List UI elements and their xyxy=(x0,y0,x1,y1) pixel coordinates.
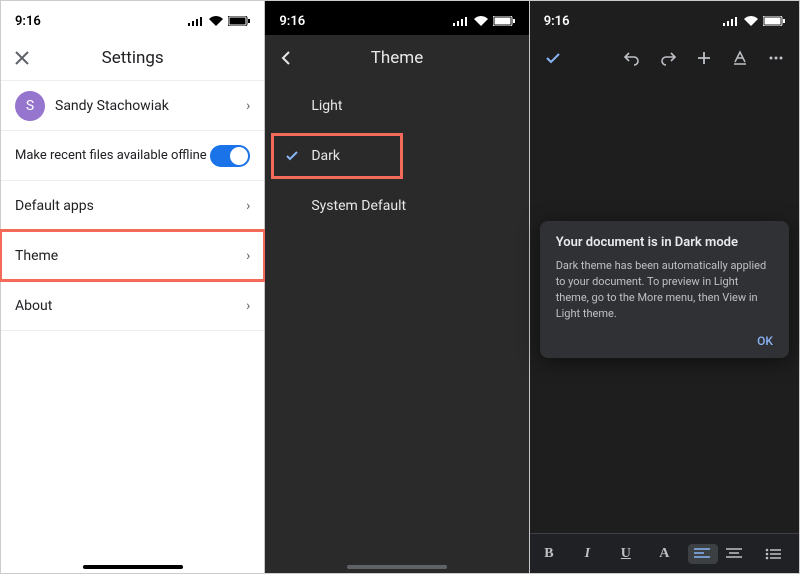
account-name: Sandy Stachowiak xyxy=(55,98,169,114)
popup-body: Dark theme has been automatically applie… xyxy=(556,258,773,322)
settings-header: Settings xyxy=(1,35,264,81)
popup-ok-button[interactable]: OK xyxy=(556,334,773,348)
signal-icon xyxy=(723,16,739,26)
list-icon xyxy=(765,548,781,560)
close-icon xyxy=(13,49,31,67)
signal-icon xyxy=(453,16,469,26)
theme-option-system[interactable]: System Default xyxy=(265,181,528,231)
redo-icon xyxy=(659,49,677,67)
home-indicator xyxy=(347,565,447,569)
screen-settings: 9:16 Settings S Sandy Stachowiak › Make … xyxy=(1,1,265,573)
align-left-icon xyxy=(694,548,710,560)
align-left-button[interactable] xyxy=(688,544,718,564)
screen-document: 9:16 xyxy=(530,1,799,573)
underline-button[interactable]: U xyxy=(611,546,641,562)
add-button[interactable] xyxy=(695,49,713,67)
check-icon xyxy=(544,49,562,67)
undo-icon xyxy=(623,49,641,67)
avatar: S xyxy=(15,91,45,121)
text-format-button[interactable] xyxy=(731,49,749,67)
theme-title: Theme xyxy=(371,48,423,68)
status-time: 9:16 xyxy=(15,14,41,29)
plus-icon xyxy=(695,49,713,67)
chevron-left-icon xyxy=(277,49,295,67)
wifi-icon xyxy=(474,16,488,26)
home-indicator xyxy=(83,565,183,569)
theme-option-light[interactable]: Light xyxy=(265,81,528,131)
close-button[interactable] xyxy=(13,49,31,67)
chevron-right-icon: › xyxy=(246,248,250,264)
more-button[interactable] xyxy=(767,49,785,67)
status-right xyxy=(188,16,250,26)
about-row[interactable]: About › xyxy=(1,281,264,331)
theme-option-label: System Default xyxy=(305,198,406,214)
theme-option-label: Dark xyxy=(305,148,340,164)
chevron-right-icon: › xyxy=(246,198,250,214)
wifi-icon xyxy=(744,16,758,26)
list-button[interactable] xyxy=(765,548,795,560)
check-icon xyxy=(279,148,305,164)
default-apps-row[interactable]: Default apps › xyxy=(1,181,264,231)
about-label: About xyxy=(15,298,52,314)
more-icon xyxy=(767,49,785,67)
theme-option-dark[interactable]: Dark xyxy=(265,131,528,181)
chevron-right-icon: › xyxy=(246,98,250,114)
screen-theme: 9:16 Theme Light Dark Sy xyxy=(265,1,529,573)
settings-title: Settings xyxy=(102,48,164,68)
undo-button[interactable] xyxy=(623,49,641,67)
offline-toggle-row[interactable]: Make recent files available offline xyxy=(1,131,264,181)
wifi-icon xyxy=(209,16,223,26)
editor-toolbar xyxy=(530,35,799,81)
offline-label: Make recent files available offline xyxy=(15,148,207,163)
back-button[interactable] xyxy=(277,49,295,67)
theme-header: Theme xyxy=(265,35,528,81)
status-bar: 9:16 xyxy=(265,1,528,35)
italic-button[interactable]: I xyxy=(572,546,602,562)
theme-row[interactable]: Theme › xyxy=(1,231,264,281)
account-row[interactable]: S Sandy Stachowiak › xyxy=(1,81,264,131)
status-right xyxy=(453,16,515,26)
popup-title: Your document is in Dark mode xyxy=(556,235,773,250)
three-screenshot-row: 9:16 Settings S Sandy Stachowiak › Make … xyxy=(0,0,800,574)
theme-label: Theme xyxy=(15,248,58,264)
battery-icon xyxy=(228,16,250,26)
status-bar: 9:16 xyxy=(1,1,264,35)
theme-option-label: Light xyxy=(305,98,342,114)
signal-icon xyxy=(188,16,204,26)
dark-mode-popup: Your document is in Dark mode Dark theme… xyxy=(540,221,789,358)
done-button[interactable] xyxy=(544,49,562,67)
text-color-button[interactable]: A xyxy=(649,546,679,562)
bold-button[interactable]: B xyxy=(534,546,564,562)
default-apps-label: Default apps xyxy=(15,198,94,214)
chevron-right-icon: › xyxy=(246,298,250,314)
format-bar: B I U A xyxy=(530,533,799,573)
status-time: 9:16 xyxy=(279,14,305,29)
document-canvas[interactable]: Your document is in Dark mode Dark theme… xyxy=(530,81,799,533)
status-bar: 9:16 xyxy=(530,1,799,35)
battery-icon xyxy=(493,16,515,26)
text-format-icon xyxy=(731,49,749,67)
status-right xyxy=(723,16,785,26)
redo-button[interactable] xyxy=(659,49,677,67)
offline-switch[interactable] xyxy=(210,145,250,167)
battery-icon xyxy=(763,16,785,26)
align-center-button[interactable] xyxy=(726,548,756,560)
status-time: 9:16 xyxy=(544,14,570,29)
align-center-icon xyxy=(726,548,742,560)
